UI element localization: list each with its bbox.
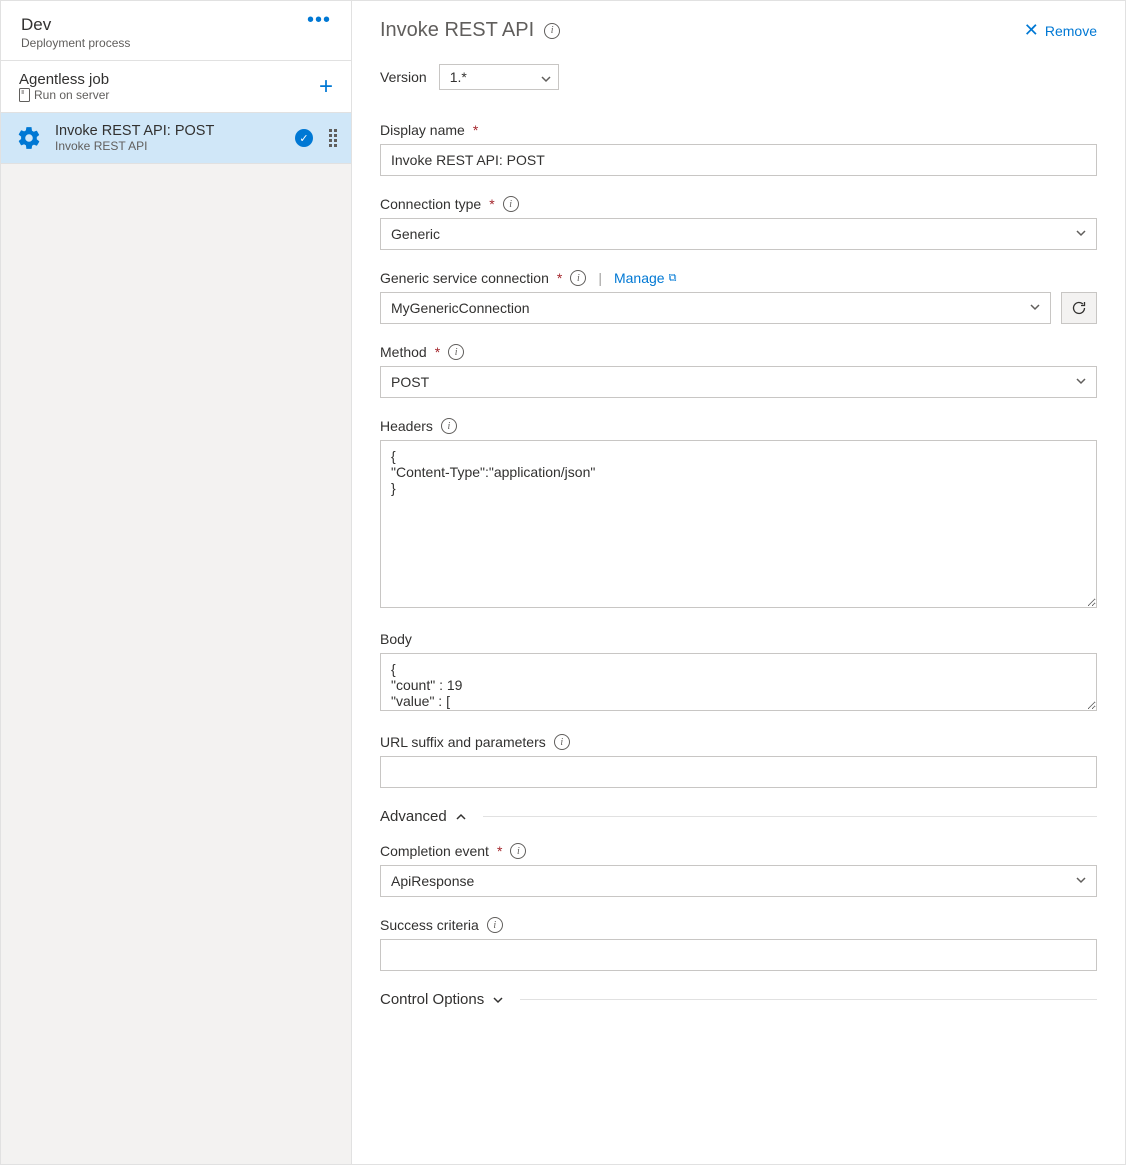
info-icon[interactable]: i [448, 344, 464, 360]
required-asterisk: * [435, 344, 440, 360]
version-label: Version [380, 69, 427, 85]
method-label: Method [380, 344, 427, 360]
add-task-button[interactable]: + [319, 73, 333, 101]
server-icon [19, 88, 30, 102]
completion-event-select[interactable]: ApiResponse [380, 865, 1097, 897]
right-panel: Invoke REST API i ✕ Remove Version 1.* D… [352, 1, 1125, 1164]
external-link-icon: ⧉ [669, 272, 677, 285]
required-asterisk: * [497, 843, 502, 859]
close-icon: ✕ [1024, 20, 1039, 41]
task-status-icon: ✓ [295, 129, 313, 147]
task-title: Invoke REST API: POST [55, 123, 283, 139]
body-textarea[interactable]: { "count" : 19 "value" : [ [380, 653, 1097, 711]
advanced-section-toggle[interactable]: Advanced [380, 808, 1097, 825]
info-icon[interactable]: i [554, 734, 570, 750]
task-subtitle: Invoke REST API [55, 139, 283, 153]
connection-type-select[interactable]: Generic [380, 218, 1097, 250]
info-icon[interactable]: i [441, 418, 457, 434]
refresh-button[interactable] [1061, 292, 1097, 324]
service-connection-label: Generic service connection [380, 270, 549, 286]
page-title: Invoke REST API [380, 19, 534, 42]
gear-icon [15, 124, 43, 152]
drag-handle-icon[interactable] [329, 129, 337, 147]
completion-event-label: Completion event [380, 843, 489, 859]
chevron-down-icon [540, 72, 550, 82]
stage-header[interactable]: Dev Deployment process ••• [1, 1, 351, 61]
remove-button[interactable]: ✕ Remove [1024, 20, 1097, 41]
version-select[interactable]: 1.* [439, 64, 559, 90]
more-options-button[interactable]: ••• [307, 15, 331, 25]
connection-type-label: Connection type [380, 196, 481, 212]
headers-textarea[interactable]: { "Content-Type":"application/json" } [380, 440, 1097, 608]
display-name-label: Display name [380, 122, 465, 138]
control-options-section-toggle[interactable]: Control Options [380, 991, 1097, 1008]
url-suffix-label: URL suffix and parameters [380, 734, 546, 750]
headers-label: Headers [380, 418, 433, 434]
required-asterisk: * [557, 270, 562, 286]
info-icon[interactable]: i [570, 270, 586, 286]
required-asterisk: * [473, 122, 478, 138]
refresh-icon [1071, 300, 1087, 316]
service-connection-select[interactable]: MyGenericConnection [380, 292, 1051, 324]
required-asterisk: * [489, 196, 494, 212]
method-select[interactable]: POST [380, 366, 1097, 398]
left-panel: Dev Deployment process ••• Agentless job… [1, 1, 352, 1164]
display-name-input[interactable] [380, 144, 1097, 176]
info-icon[interactable]: i [544, 23, 560, 39]
info-icon[interactable]: i [487, 917, 503, 933]
stage-title: Dev [21, 15, 130, 35]
body-label: Body [380, 631, 412, 647]
info-icon[interactable]: i [503, 196, 519, 212]
manage-link[interactable]: Manage ⧉ [614, 270, 676, 286]
chevron-up-icon [455, 811, 467, 823]
info-icon[interactable]: i [510, 843, 526, 859]
url-suffix-input[interactable] [380, 756, 1097, 788]
chevron-down-icon [492, 994, 504, 1006]
stage-subtitle: Deployment process [21, 36, 130, 50]
job-row[interactable]: Agentless job Run on server + [1, 61, 351, 113]
success-criteria-label: Success criteria [380, 917, 479, 933]
job-subtitle: Run on server [19, 88, 109, 102]
success-criteria-input[interactable] [380, 939, 1097, 971]
task-row-selected[interactable]: Invoke REST API: POST Invoke REST API ✓ [1, 113, 351, 164]
job-title: Agentless job [19, 71, 109, 88]
